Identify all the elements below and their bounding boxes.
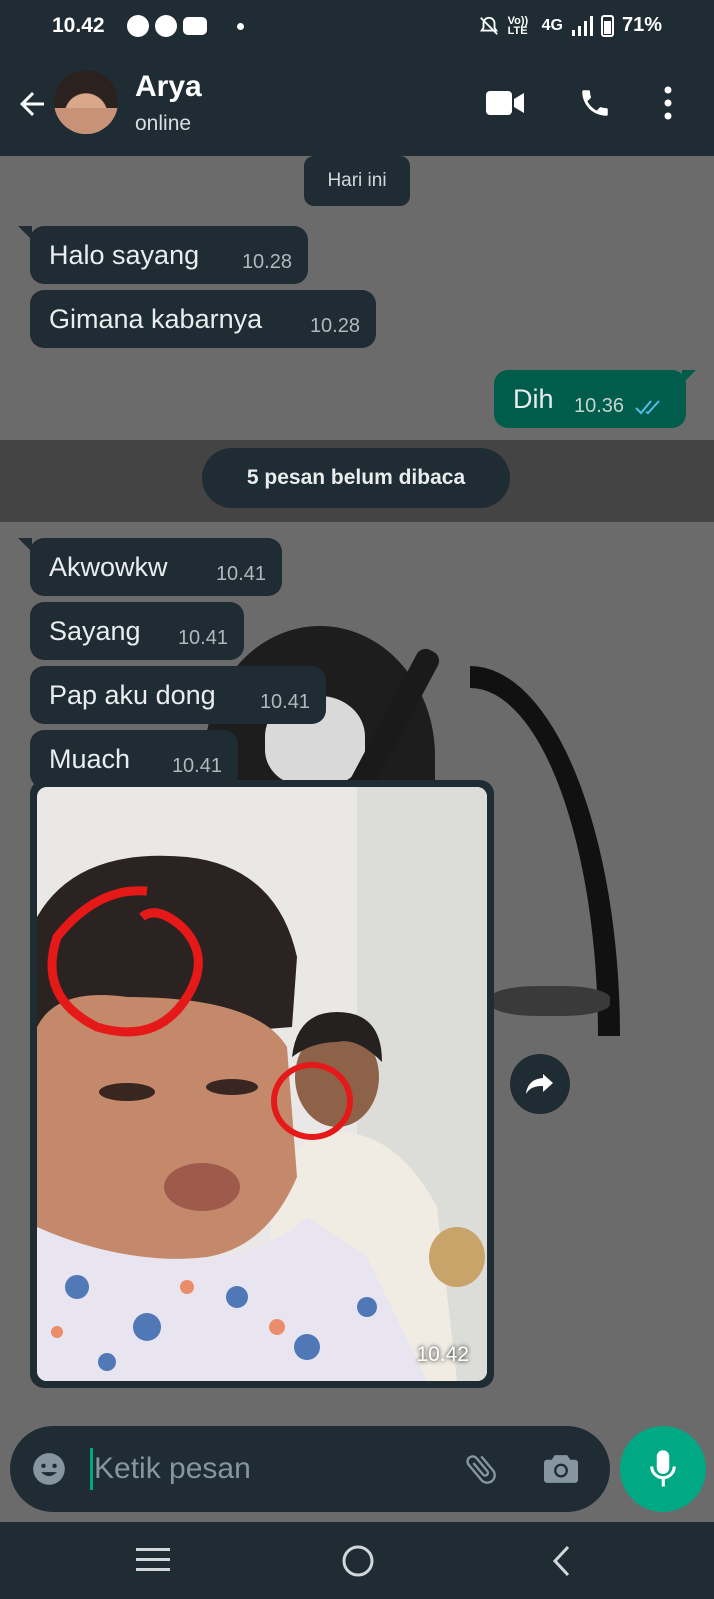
battery-percent: 71%	[621, 14, 662, 36]
status-bar: 10.42 Vo)) LTE 4G 71%	[0, 0, 714, 52]
date-separator: Hari ini	[304, 156, 410, 206]
message-text: Akwowkw	[49, 551, 168, 582]
forward-button[interactable]	[510, 1054, 570, 1114]
forward-icon	[526, 1074, 553, 1094]
image-message[interactable]: 10.42	[30, 780, 494, 1388]
message-text: Halo sayang	[49, 239, 200, 270]
video-call-icon[interactable]	[486, 90, 524, 116]
chat-header: Arya online	[0, 52, 714, 156]
message-time: 10.41	[215, 563, 266, 585]
more-options-icon[interactable]	[664, 86, 672, 120]
speedometer-icon	[154, 15, 177, 37]
message-time: 10.28	[309, 315, 360, 337]
voice-record-button[interactable]	[620, 1426, 706, 1512]
message-incoming[interactable]: Akwowkw 10.41	[30, 538, 282, 596]
bell-muted-icon	[479, 16, 498, 35]
message-text: Gimana kabarnya	[49, 303, 263, 334]
status-time: 10.42	[52, 14, 105, 37]
selfie-photo	[37, 787, 487, 1381]
message-time: 10.41	[171, 755, 222, 777]
photo-thumbnail[interactable]: 10.42	[37, 787, 487, 1381]
youtube-icon	[182, 17, 207, 35]
emoji-icon[interactable]	[30, 1450, 68, 1488]
message-time: 10.28	[241, 251, 292, 273]
wallpaper-fog	[490, 986, 610, 1016]
unread-count-label: 5 pesan belum dibaca	[202, 448, 510, 508]
avatar[interactable]	[54, 70, 118, 134]
notification-dot-icon	[236, 22, 244, 30]
camera-icon[interactable]	[542, 1452, 580, 1486]
date-label: Hari ini	[327, 170, 387, 191]
message-text: Pap aku dong	[49, 679, 216, 710]
message-incoming[interactable]: Halo sayang 10.28	[30, 226, 308, 284]
battery-icon	[600, 14, 614, 37]
message-incoming[interactable]: Sayang 10.41	[30, 602, 244, 660]
chat-bubble-icon	[126, 15, 149, 37]
phone-call-icon[interactable]	[578, 86, 612, 120]
unread-text: 5 pesan belum dibaca	[246, 466, 466, 489]
image-time: 10.42	[416, 1343, 469, 1366]
message-text: Dih	[513, 383, 554, 414]
volte-label: Vo)) LTE	[507, 14, 529, 37]
message-outgoing[interactable]: Dih 10.36	[494, 370, 686, 428]
text-cursor	[90, 1448, 93, 1490]
message-text: Sayang	[49, 615, 141, 646]
microphone-icon	[650, 1450, 676, 1487]
chat-area[interactable]: Hari ini Halo sayang 10.28 Gimana kabarn…	[0, 156, 714, 1424]
network-type: 4G	[541, 16, 563, 34]
message-time: 10.36	[574, 395, 625, 417]
recent-apps-icon[interactable]	[136, 1546, 170, 1574]
back-arrow-icon[interactable]	[14, 86, 50, 122]
message-incoming[interactable]: Pap aku dong 10.41	[30, 666, 326, 724]
message-input[interactable]: Ketik pesan	[94, 1452, 251, 1486]
home-icon[interactable]	[341, 1544, 375, 1578]
message-incoming[interactable]: Gimana kabarnya 10.28	[30, 290, 376, 348]
signal-icon	[571, 15, 593, 36]
message-time: 10.41	[259, 691, 310, 713]
back-nav-icon[interactable]	[550, 1544, 572, 1578]
contact-status: online	[135, 112, 192, 135]
attach-icon[interactable]	[462, 1450, 500, 1488]
read-ticks-icon	[635, 400, 660, 415]
message-text: Muach	[49, 743, 131, 774]
contact-name[interactable]: Arya	[135, 70, 202, 104]
system-nav-bar	[0, 1522, 714, 1599]
message-time: 10.41	[177, 627, 228, 649]
message-composer[interactable]: Ketik pesan	[10, 1426, 610, 1512]
